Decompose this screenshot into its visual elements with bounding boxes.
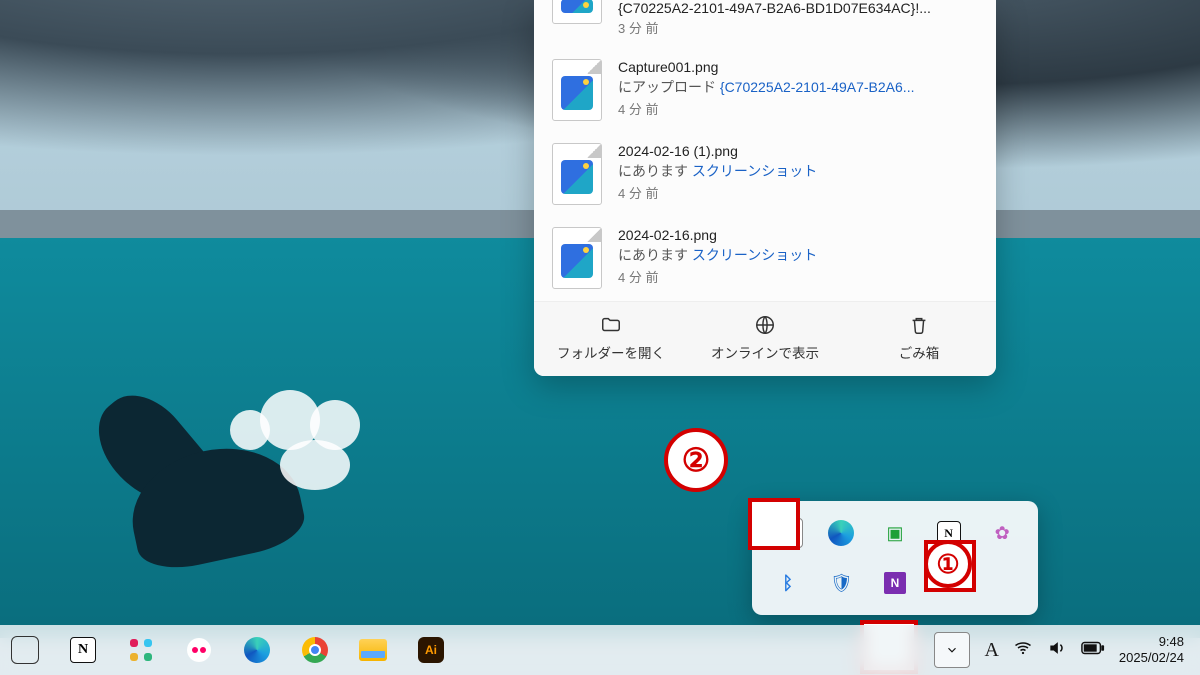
taskbar-edge-icon[interactable] bbox=[242, 635, 272, 665]
tray-onenote-icon[interactable]: N bbox=[884, 572, 906, 594]
file-thumbnail-icon bbox=[552, 227, 602, 289]
globe-icon bbox=[754, 314, 776, 336]
systray-overflow-button[interactable] bbox=[934, 632, 970, 668]
file-time: 4 分 前 bbox=[618, 99, 978, 118]
annotation-step2-box bbox=[748, 498, 800, 550]
onedrive-file-row[interactable]: {C70225A2-2101-49A7-B2A6-BD1D07E634AC}!.… bbox=[534, 0, 996, 49]
file-title: Capture001.png bbox=[618, 59, 978, 75]
tray-bluetooth-icon[interactable]: ᛒ bbox=[774, 569, 802, 597]
annotation-step1-badge: ① bbox=[924, 540, 972, 588]
onedrive-file-row[interactable]: Capture001.png にアップロード {C70225A2-2101-49… bbox=[534, 49, 996, 133]
file-location: にアップロード {C70225A2-2101-49A7-B2A6... bbox=[618, 77, 978, 97]
file-location: にあります スクリーンショット bbox=[618, 245, 978, 265]
clock-time: 9:48 bbox=[1119, 634, 1184, 650]
trash-icon bbox=[908, 314, 930, 336]
taskbar-slack-icon[interactable] bbox=[126, 635, 156, 665]
taskbar-illustrator-icon[interactable]: Ai bbox=[416, 635, 446, 665]
chevron-down-icon bbox=[945, 643, 959, 657]
file-time: 4 分 前 bbox=[618, 267, 978, 286]
wallpaper-whale bbox=[70, 380, 370, 600]
file-title: 2024-02-16.png bbox=[618, 227, 978, 243]
volume-icon[interactable] bbox=[1047, 638, 1067, 663]
tray-green-app-icon[interactable]: ▣ bbox=[881, 519, 909, 547]
recycle-bin-label: ごみ箱 bbox=[899, 342, 940, 362]
file-time: 3 分 前 bbox=[618, 18, 978, 37]
taskbar-explorer-icon[interactable] bbox=[358, 635, 388, 665]
file-title: {C70225A2-2101-49A7-B2A6-BD1D07E634AC}!.… bbox=[618, 0, 978, 16]
file-time: 4 分 前 bbox=[618, 183, 978, 202]
taskbar-chrome-icon[interactable] bbox=[300, 635, 330, 665]
onedrive-actions: フォルダーを開く オンラインで表示 ごみ箱 bbox=[534, 301, 996, 376]
file-thumbnail-icon bbox=[552, 59, 602, 121]
annotation-step2-badge: ② bbox=[664, 428, 728, 492]
file-location: にあります スクリーンショット bbox=[618, 161, 978, 181]
open-folder-button[interactable]: フォルダーを開く bbox=[534, 302, 688, 376]
file-title: 2024-02-16 (1).png bbox=[618, 143, 978, 159]
tray-security-icon[interactable]: 🛡 bbox=[827, 569, 855, 597]
taskbar-notion-icon[interactable]: N bbox=[68, 635, 98, 665]
view-online-button[interactable]: オンラインで表示 bbox=[688, 302, 842, 376]
tray-edge-icon[interactable] bbox=[827, 519, 855, 547]
taskbar: N Ai A 9:48 2025/02/24 bbox=[0, 625, 1200, 675]
file-location-link[interactable]: {C70225A2-2101-49A7-B2A6... bbox=[720, 79, 915, 95]
ime-indicator[interactable]: A bbox=[984, 639, 998, 662]
clock-date: 2025/02/24 bbox=[1119, 650, 1184, 666]
onedrive-file-row[interactable]: 2024-02-16.png にあります スクリーンショット 4 分 前 bbox=[534, 217, 996, 301]
battery-icon[interactable] bbox=[1081, 641, 1105, 660]
file-location-link[interactable]: スクリーンショット bbox=[692, 247, 817, 263]
open-folder-label: フォルダーを開く bbox=[557, 342, 665, 362]
taskbar-clock[interactable]: 9:48 2025/02/24 bbox=[1119, 634, 1184, 665]
tray-teams-icon[interactable]: ✿ bbox=[988, 519, 1016, 547]
systray: A 9:48 2025/02/24 bbox=[934, 632, 1184, 668]
recycle-bin-button[interactable]: ごみ箱 bbox=[842, 302, 996, 376]
taskbar-widget-icon[interactable] bbox=[10, 635, 40, 665]
file-thumbnail-icon bbox=[552, 0, 602, 24]
file-location-link[interactable]: スクリーンショット bbox=[692, 163, 817, 179]
onedrive-flyout: {C70225A2-2101-49A7-B2A6-BD1D07E634AC}!.… bbox=[534, 0, 996, 376]
onedrive-file-row[interactable]: 2024-02-16 (1).png にあります スクリーンショット 4 分 前 bbox=[534, 133, 996, 217]
folder-icon bbox=[600, 314, 622, 336]
taskbar-asana-icon[interactable] bbox=[184, 635, 214, 665]
file-thumbnail-icon bbox=[552, 143, 602, 205]
wifi-icon[interactable] bbox=[1013, 638, 1033, 663]
view-online-label: オンラインで表示 bbox=[711, 342, 819, 362]
